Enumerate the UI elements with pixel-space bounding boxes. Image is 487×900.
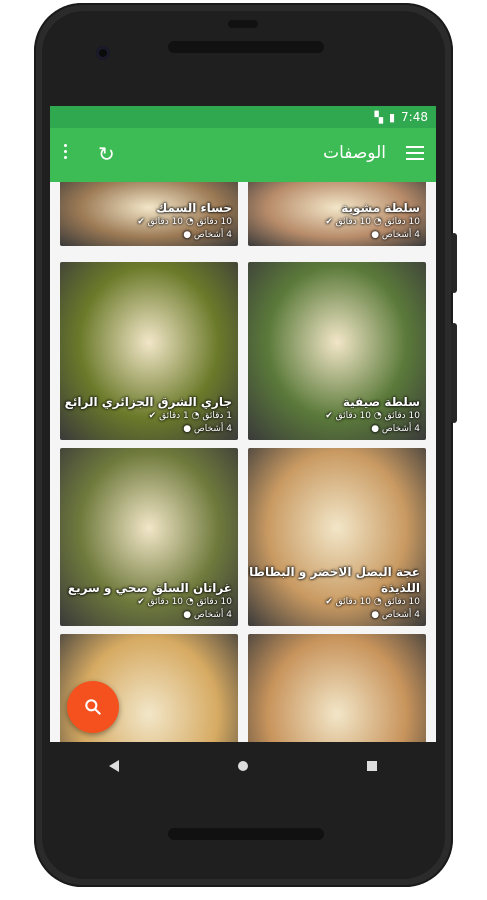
front-camera [96,46,110,60]
recipe-name: سلطة مشوية [341,201,420,215]
recipe-image [248,634,426,742]
recipe-info: سلطة صيفية 10 دقائق ◔ 10 دقائق ✔ 4 أشخاص ● [325,394,420,436]
recipe-name: سلطة صيفية [342,395,420,409]
clock-icon: ◔ [371,217,385,227]
system-nav-bar [50,742,436,790]
check-icon: ✔ [148,411,160,421]
status-bar: ▚ ▮ 7:48 [50,106,436,128]
recipe-servings: 4 أشخاص ● [183,424,232,434]
recipe-time: 10 دقائق ◔ 10 دقائق ✔ [325,410,420,423]
home-icon[interactable] [237,761,248,771]
recipe-servings: 4 أشخاص ● [183,230,232,240]
check-icon: ✔ [325,597,336,607]
recipe-card[interactable]: سلطة مشوية 10 دقائق ◔ 10 دقائق ✔ 4 أشخاص ● [248,182,426,246]
person-icon: ● [183,424,194,434]
page-title: الوصفات [323,143,386,163]
recipe-time: 10 دقائق ◔ 10 دقائق ✔ [325,216,420,229]
recipe-info: عجة البصل الاخضر و البطاطا اللذيذة 10 دقا… [248,564,420,622]
person-icon: ● [371,424,382,434]
recipe-info: غراتان السلق صحي و سريع 10 دقائق ◔ 10 دقا… [68,580,232,622]
search-button[interactable] [67,681,119,733]
prep-time: 10 دقائق [384,597,420,607]
clock-icon: ◔ [371,411,385,421]
cook-time: 10 دقائق [147,217,184,227]
recipe-name: عجة البصل الاخضر و البطاطا اللذيذة [249,565,420,595]
earpiece [228,20,258,28]
status-time: 7:48 [401,110,428,124]
clock-icon: ◔ [183,597,197,607]
prep-time: 10 دقائق [384,217,420,227]
recipe-card[interactable]: سلطة صيفية 10 دقائق ◔ 10 دقائق ✔ 4 أشخاص ● [248,262,426,440]
clock-icon: ◔ [371,597,385,607]
recipe-time: 10 دقائق ◔ 10 دقائق ✔ [137,216,232,229]
recipe-time: 10 دقائق ◔ 10 دقائق ✔ [68,596,232,609]
recipe-name: حساء السمك [156,201,232,215]
recipe-card[interactable]: جاري الشرق الجزائري الرائع 1 دقائق ◔ 1 دق… [60,262,238,440]
cook-time: 10 دقائق [335,217,372,227]
recipe-time: 1 دقائق ◔ 1 دقائق ✔ [65,410,232,423]
cook-time: 1 دقائق [159,411,189,421]
recipe-info: سلطة مشوية 10 دقائق ◔ 10 دقائق ✔ 4 أشخاص ● [325,200,420,242]
recipe-name: غراتان السلق صحي و سريع [67,581,232,595]
cook-time: 10 دقائق [335,597,372,607]
recipe-card[interactable]: عجة البصل الاخضر و البطاطا اللذيذة 10 دقا… [248,448,426,626]
app-screen: ▚ ▮ 7:48 ↻ الوصفات سلطة مشوية 10 دقائق ◔ … [50,106,436,742]
app-bar: ↻ الوصفات [50,128,436,182]
back-icon[interactable] [109,760,120,772]
refresh-icon[interactable]: ↻ [98,142,115,166]
person-icon: ● [183,230,194,240]
cook-time: 10 دقائق [335,411,372,421]
check-icon: ✔ [137,597,148,607]
recents-icon[interactable] [366,761,377,771]
recipe-info: جاري الشرق الجزائري الرائع 1 دقائق ◔ 1 دق… [65,394,232,436]
clock-icon: ◔ [188,411,203,421]
recipe-card[interactable]: غراتان السلق صحي و سريع 10 دقائق ◔ 10 دقا… [60,448,238,626]
recipe-card[interactable] [248,634,426,742]
recipe-info: حساء السمك 10 دقائق ◔ 10 دقائق ✔ 4 أشخاص ● [137,200,232,242]
prep-time: 10 دقائق [384,411,420,421]
volume-button [451,323,457,423]
top-speaker [168,41,324,53]
cook-time: 10 دقائق [147,597,184,607]
recipe-name: جاري الشرق الجزائري الرائع [64,395,232,409]
bottom-speaker [168,828,324,840]
battery-icon: ▮ [388,110,396,124]
recipe-grid[interactable]: سلطة مشوية 10 دقائق ◔ 10 دقائق ✔ 4 أشخاص ●… [50,182,436,742]
menu-icon[interactable] [406,146,424,164]
recipe-servings: 4 أشخاص ● [183,610,232,620]
recipe-servings: 4 أشخاص ● [371,610,420,620]
person-icon: ● [371,230,382,240]
recipe-servings: 4 أشخاص ● [371,424,420,434]
person-icon: ● [371,610,382,620]
signal-icon: ▚ [374,110,383,124]
prep-time: 10 دقائق [196,217,232,227]
person-icon: ● [183,610,194,620]
prep-time: 1 دقائق [202,411,232,421]
check-icon: ✔ [325,411,336,421]
power-button [451,233,457,293]
search-icon [85,699,101,715]
more-vert-icon[interactable] [64,144,68,162]
recipe-time: 10 دقائق ◔ 10 دقائق ✔ [248,596,420,609]
prep-time: 10 دقائق [196,597,232,607]
recipe-card[interactable]: حساء السمك 10 دقائق ◔ 10 دقائق ✔ 4 أشخاص ● [60,182,238,246]
recipe-servings: 4 أشخاص ● [371,230,420,240]
check-icon: ✔ [137,217,148,227]
clock-icon: ◔ [183,217,197,227]
check-icon: ✔ [325,217,336,227]
